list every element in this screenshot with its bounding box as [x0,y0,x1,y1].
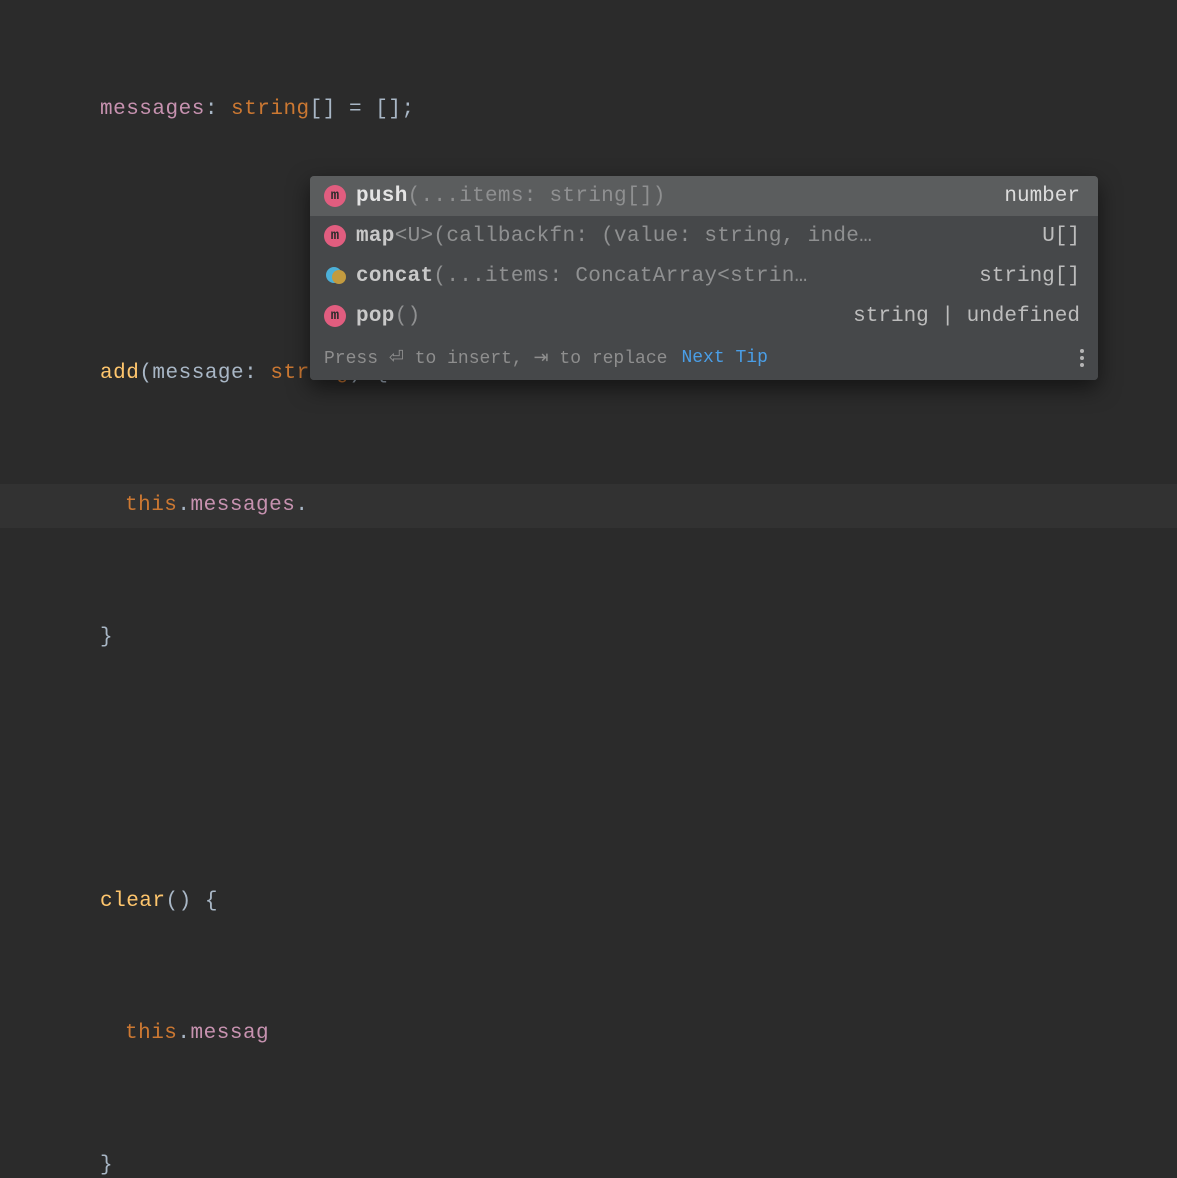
autocomplete-item[interactable]: m pop () string | undefined [310,296,1098,336]
this-keyword-token: this [125,1022,177,1045]
type-token: string [231,98,310,121]
autocomplete-footer: Press ⏎ to insert, ⇥ to replace Next Tip [310,336,1098,380]
method-icon: m [324,305,346,327]
autocomplete-return-type: string | undefined [825,305,1080,328]
punct-token: : [205,98,218,121]
enter-key-icon: ⏎ [389,349,404,369]
autocomplete-return-type: string[] [951,265,1080,288]
autocomplete-item[interactable]: m push (...items: string[]) number [310,176,1098,216]
method-icon: m [324,185,346,207]
autocomplete-signature: <U>(callbackfn: (value: string, inde… [395,225,1014,248]
method-icon: m [324,225,346,247]
autocomplete-return-type: number [976,185,1080,208]
mixin-icon [324,265,346,287]
autocomplete-return-type: U[] [1014,225,1080,248]
autocomplete-signature: (...items: ConcatArray<strin… [433,265,951,288]
method-name-token: add [100,362,139,385]
autocomplete-name: push [356,185,408,208]
code-line: } [0,616,1177,660]
tab-key-icon: ⇥ [534,349,549,369]
code-line-empty [0,748,1177,792]
code-line: this.messag [0,1012,1177,1056]
param-token: message [152,362,244,385]
autocomplete-item[interactable]: m map <U>(callbackfn: (value: string, in… [310,216,1098,256]
autocomplete-name: map [356,225,395,248]
member-token: messages [191,494,296,517]
autocomplete-item[interactable]: concat (...items: ConcatArray<strin… str… [310,256,1098,296]
autocomplete-signature: (...items: string[]) [408,185,977,208]
method-name-token: clear [100,890,166,913]
code-line: messages: string[] = []; [0,88,1177,132]
autocomplete-name: concat [356,265,433,288]
code-line-current: this.messages. [0,484,1177,528]
more-options-icon[interactable] [1080,346,1084,370]
this-keyword-token: this [125,494,177,517]
autocomplete-signature: () [395,305,825,328]
member-token: messag [191,1022,270,1045]
code-line: } [0,1144,1177,1178]
property-token: messages [100,98,205,121]
punct-token: [] [310,98,336,121]
code-line: clear() { [0,880,1177,924]
autocomplete-popup: m push (...items: string[]) number m map… [310,176,1098,380]
autocomplete-name: pop [356,305,395,328]
next-tip-link[interactable]: Next Tip [681,348,767,368]
autocomplete-hint: Press ⏎ to insert, ⇥ to replace [324,347,667,369]
